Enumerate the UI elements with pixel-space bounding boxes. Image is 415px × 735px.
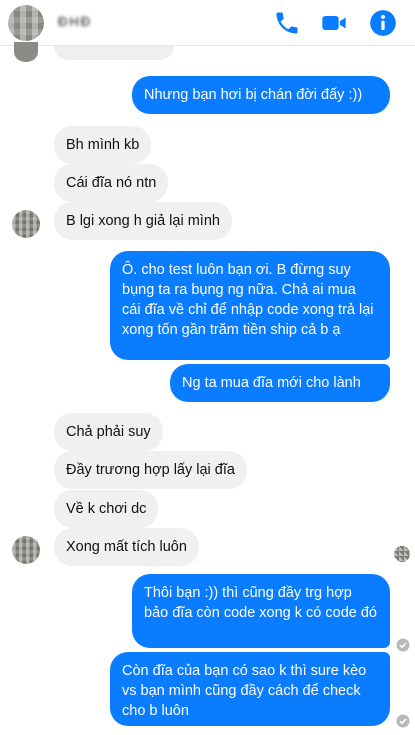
- outgoing-message[interactable]: Ô. cho test luôn bạn ơi. B đừng suy bụng…: [110, 251, 390, 360]
- incoming-message[interactable]: Cái đĩa nó ntn: [54, 164, 169, 202]
- incoming-message[interactable]: B lgi xong h giả lại mình: [54, 202, 232, 240]
- outgoing-message[interactable]: Còn đĩa của bạn có sao k thì sure kèo vs…: [110, 652, 390, 726]
- partial-incoming-bubble: [54, 46, 174, 60]
- incoming-message[interactable]: Xong mất tích luôn: [54, 528, 199, 566]
- incoming-message[interactable]: Về k chơi dc: [54, 490, 159, 528]
- contact-message-avatar: [14, 42, 38, 62]
- seen-indicator-avatar: [394, 546, 410, 562]
- phone-icon[interactable]: [273, 9, 301, 37]
- incoming-message[interactable]: Đầy trương hợp lấy lại đĩa: [54, 451, 247, 489]
- outgoing-message[interactable]: Thôi bạn :)) thì cũng đầy trg hợp bảo đĩ…: [132, 574, 390, 648]
- outgoing-message[interactable]: Nhưng bạn hơi bị chán đời đấy :)): [132, 76, 390, 114]
- outgoing-message[interactable]: Ng ta mua đĩa mới cho lành: [170, 364, 390, 402]
- delivered-check-icon: [396, 714, 410, 728]
- chat-header: ĐHĐ: [0, 0, 415, 46]
- contact-message-avatar: [12, 536, 40, 564]
- video-call-icon[interactable]: [320, 9, 348, 37]
- contact-avatar[interactable]: [8, 5, 44, 41]
- incoming-message[interactable]: Bh mình kb: [54, 126, 152, 164]
- incoming-message[interactable]: Chả phải suy: [54, 413, 163, 451]
- delivered-check-icon: [396, 638, 410, 652]
- contact-name[interactable]: ĐHĐ: [58, 14, 92, 29]
- info-icon[interactable]: [369, 9, 397, 37]
- contact-message-avatar: [12, 210, 40, 238]
